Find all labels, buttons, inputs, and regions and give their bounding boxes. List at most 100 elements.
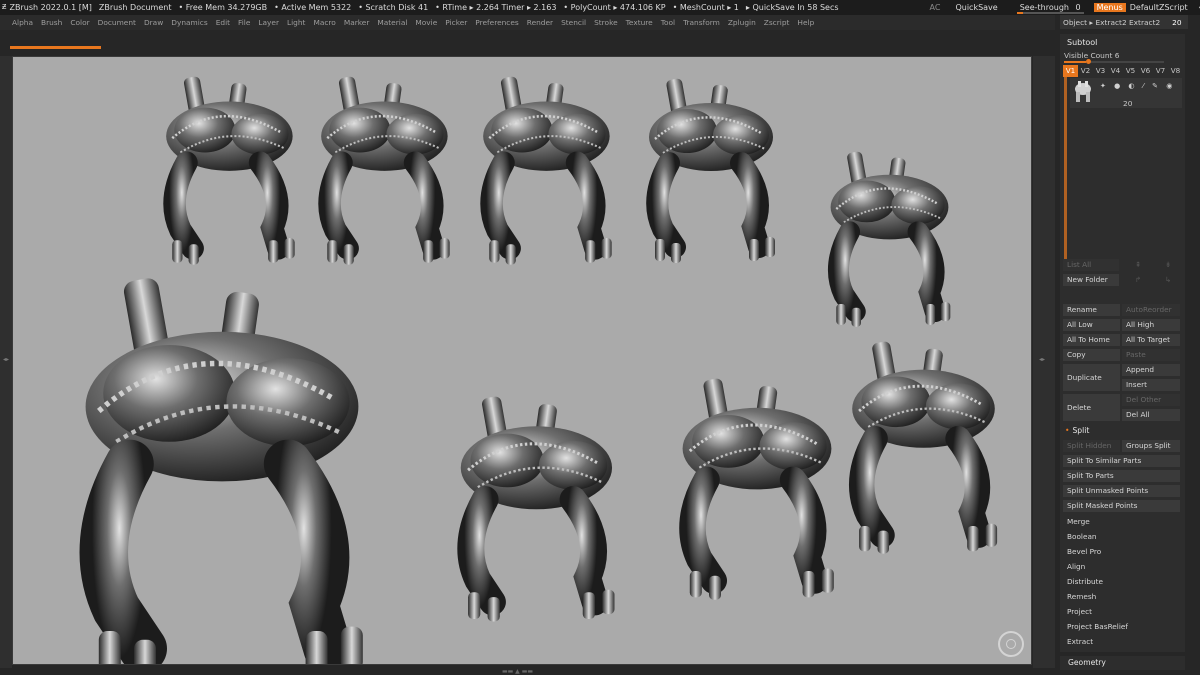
subtool-visibility-icons[interactable]: ✦ ● ◐ ⁄ ✎ ◉ (1100, 82, 1175, 90)
ac-label[interactable]: AC (930, 3, 941, 12)
append-button[interactable]: Append (1122, 364, 1180, 376)
menu-texture[interactable]: Texture (626, 18, 653, 27)
project-menu[interactable]: Project (1063, 606, 1180, 618)
copy-button[interactable]: Copy (1063, 349, 1120, 361)
menu-movie[interactable]: Movie (415, 18, 437, 27)
menu-light[interactable]: Light (287, 18, 305, 27)
insert-button[interactable]: Insert (1122, 379, 1180, 391)
paste-button[interactable]: Paste (1122, 349, 1180, 361)
menu-edit[interactable]: Edit (216, 18, 230, 27)
move-up-icon[interactable]: ↱ (1131, 274, 1151, 286)
mech-render-1 (166, 76, 295, 265)
del-all-button[interactable]: Del All (1122, 409, 1180, 421)
split-masked-points-button[interactable]: Split Masked Points (1063, 500, 1180, 512)
subtool-list-scrollbar[interactable] (1064, 77, 1067, 269)
all-low-button[interactable]: All Low (1063, 319, 1120, 331)
mech-render-2 (321, 76, 450, 265)
delete-button[interactable]: Delete (1063, 394, 1120, 421)
menu-file[interactable]: File (238, 18, 250, 27)
subtool-title[interactable]: Subtool (1067, 38, 1097, 47)
tab-v2[interactable]: V2 (1078, 65, 1093, 77)
tool-header-count: 20 (1172, 17, 1182, 27)
all-to-target-button[interactable]: All To Target (1122, 334, 1180, 346)
tray-indicator[interactable] (10, 46, 101, 49)
menu-stroke[interactable]: Stroke (594, 18, 618, 27)
split-bullet-icon: • (1065, 426, 1070, 435)
mech-render-6 (461, 396, 615, 622)
menu-draw[interactable]: Draw (144, 18, 163, 27)
menu-preferences[interactable]: Preferences (475, 18, 518, 27)
tab-v3[interactable]: V3 (1093, 65, 1108, 77)
distribute-menu[interactable]: Distribute (1063, 576, 1180, 588)
menu-layer[interactable]: Layer (258, 18, 279, 27)
menus-button[interactable]: Menus (1093, 3, 1126, 12)
menu-help[interactable]: Help (797, 18, 814, 27)
tool-header-label[interactable]: Object ▸ Extract2 Extract2 (1063, 18, 1160, 27)
menu-tool[interactable]: Tool (661, 18, 675, 27)
mech-render-3 (483, 76, 612, 265)
align-menu[interactable]: Align (1063, 561, 1180, 573)
merge-menu[interactable]: Merge (1063, 516, 1180, 528)
tab-v5[interactable]: V5 (1123, 65, 1138, 77)
split-unmasked-points-button[interactable]: Split Unmasked Points (1063, 485, 1180, 497)
quicksave-button[interactable]: QuickSave (955, 3, 997, 12)
split-title-label: Split (1072, 426, 1090, 435)
menu-transform[interactable]: Transform (683, 18, 720, 27)
menu-zplugin[interactable]: Zplugin (728, 18, 756, 27)
duplicate-button[interactable]: Duplicate (1063, 364, 1120, 391)
move-down-icon[interactable]: ↳ (1161, 274, 1181, 286)
arrow-down-icon[interactable]: ⇟ (1161, 259, 1181, 271)
auto-reorder-button[interactable]: AutoReorder (1122, 304, 1180, 316)
list-all-button[interactable]: List All (1063, 259, 1119, 271)
tab-v6[interactable]: V6 (1138, 65, 1153, 77)
menu-document[interactable]: Document (98, 18, 136, 27)
split-to-parts-button[interactable]: Split To Parts (1063, 470, 1180, 482)
visible-count-slider[interactable] (1064, 59, 1164, 64)
remesh-menu[interactable]: Remesh (1063, 591, 1180, 603)
bevel-pro-menu[interactable]: Bevel Pro (1063, 546, 1180, 558)
split-section-title[interactable]: • Split (1065, 426, 1089, 435)
menu-marker[interactable]: Marker (344, 18, 370, 27)
geometry-section-title[interactable]: Geometry (1060, 656, 1185, 670)
split-to-similar-parts-button[interactable]: Split To Similar Parts (1063, 455, 1180, 467)
all-to-home-button[interactable]: All To Home (1063, 334, 1120, 346)
menu-brush[interactable]: Brush (41, 18, 62, 27)
menu-color[interactable]: Color (70, 18, 89, 27)
menu-macro[interactable]: Macro (313, 18, 335, 27)
menu-dynamics[interactable]: Dynamics (171, 18, 207, 27)
default-zscript[interactable]: DefaultZScript (1130, 3, 1188, 12)
menu-render[interactable]: Render (527, 18, 553, 27)
new-folder-button[interactable]: New Folder (1063, 274, 1119, 286)
tab-v8[interactable]: V8 (1168, 65, 1183, 77)
see-through-slider[interactable]: See-through 0 (1016, 3, 1084, 14)
all-high-button[interactable]: All High (1122, 319, 1180, 331)
arrow-up-icon[interactable]: ⇞ (1131, 259, 1151, 271)
bottom-tray-handle[interactable]: ▬▬ ▲ ▬▬ (480, 668, 555, 675)
document-title: ZBrush Document (98, 3, 172, 12)
menu-alpha[interactable]: Alpha (12, 18, 33, 27)
tab-v7[interactable]: V7 (1153, 65, 1168, 77)
menu-zscript[interactable]: Zscript (764, 18, 790, 27)
menu-bar: Alpha Brush Color Document Draw Dynamics… (0, 15, 1055, 30)
navigation-gizmo-icon[interactable] (998, 631, 1024, 657)
canvas-viewport[interactable] (12, 56, 1032, 665)
menu-picker[interactable]: Picker (445, 18, 467, 27)
zbrush-logo-icon: ᵶ (2, 2, 7, 12)
rtime: • RTime ▸ 2.264 Timer ▸ 2.163 (435, 3, 557, 12)
project-basrelief-menu[interactable]: Project BasRelief (1063, 621, 1180, 633)
menu-stencil[interactable]: Stencil (561, 18, 586, 27)
rename-button[interactable]: Rename (1063, 304, 1120, 316)
groups-split-button[interactable]: Groups Split (1122, 440, 1180, 452)
del-other-button[interactable]: Del Other (1122, 394, 1180, 406)
subtool-thumbnail (1075, 81, 1091, 102)
active-mem: • Active Mem 5322 (274, 3, 352, 12)
extract-menu[interactable]: Extract (1063, 636, 1180, 648)
boolean-menu[interactable]: Boolean (1063, 531, 1180, 543)
split-hidden-button[interactable]: Split Hidden (1063, 440, 1120, 452)
tool-palette: Object ▸ Extract2 Extract2 20 Subtool Vi… (1055, 15, 1200, 675)
tab-v4[interactable]: V4 (1108, 65, 1123, 77)
right-tray-handle[interactable]: ◂▸ (1033, 56, 1055, 668)
left-tray-handle[interactable]: ◂▸ (0, 56, 12, 668)
menu-material[interactable]: Material (377, 18, 407, 27)
tab-v1[interactable]: V1 (1063, 65, 1078, 77)
